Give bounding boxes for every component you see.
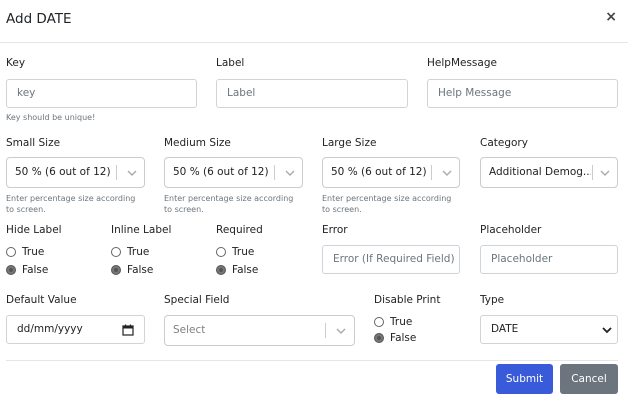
small-size-help: Enter percentage size according to screen…: [6, 194, 136, 214]
radio-checked-icon: [6, 265, 16, 275]
chevron-down-icon: [285, 170, 295, 176]
required-true-radio[interactable]: True: [216, 245, 254, 259]
default-value-label: Default Value: [6, 294, 77, 306]
type-label: Type: [480, 294, 505, 306]
required-label: Required: [216, 224, 263, 236]
special-field-select[interactable]: Select: [164, 315, 355, 346]
help-message-input[interactable]: Help Message: [427, 79, 618, 108]
error-label: Error: [322, 224, 348, 236]
modal-header: Add DATE ×: [0, 0, 628, 43]
large-size-value: 50 % (6 out of 12): [331, 166, 427, 178]
hide-label-label: Hide Label: [6, 224, 62, 236]
disable-print-false-radio[interactable]: False: [374, 331, 416, 345]
select-separator: [325, 323, 326, 338]
default-value-date-input[interactable]: dd/mm/yyyy: [6, 315, 145, 344]
placeholder-input[interactable]: Placeholder: [480, 245, 618, 274]
modal-title: Add DATE: [6, 11, 72, 27]
error-input[interactable]: Error (If Required Field): [322, 245, 460, 274]
key-label: Key: [6, 57, 26, 69]
small-size-select[interactable]: 50 % (6 out of 12): [6, 157, 145, 188]
radio-checked-icon: [216, 265, 226, 275]
inline-label-true-radio[interactable]: True: [111, 245, 149, 259]
radio-icon: [216, 247, 226, 257]
disable-print-label: Disable Print: [374, 294, 441, 306]
submit-button[interactable]: Submit: [496, 364, 553, 394]
inline-label-false-radio[interactable]: False: [111, 263, 153, 277]
category-select[interactable]: Additional Demog...: [480, 157, 618, 188]
category-label: Category: [480, 137, 528, 149]
required-false-radio[interactable]: False: [216, 263, 258, 277]
medium-size-value: 50 % (6 out of 12): [173, 166, 269, 178]
category-value: Additional Demog...: [489, 166, 591, 178]
chevron-down-icon: [442, 170, 452, 176]
select-separator: [274, 165, 275, 180]
key-input[interactable]: key: [6, 79, 197, 108]
radio-checked-icon: [111, 265, 121, 275]
radio-icon: [6, 247, 16, 257]
large-size-help: Enter percentage size according to screen…: [322, 194, 452, 214]
help-message-label: HelpMessage: [427, 57, 497, 69]
radio-icon: [111, 247, 121, 257]
small-size-label: Small Size: [6, 137, 61, 149]
hide-label-true-radio[interactable]: True: [6, 245, 44, 259]
chevron-down-icon: [336, 328, 346, 334]
key-help: Key should be unique!: [6, 113, 96, 122]
label-input[interactable]: Label: [216, 79, 408, 108]
disable-print-true-radio[interactable]: True: [374, 315, 412, 329]
select-separator: [431, 165, 432, 180]
large-size-label: Large Size: [322, 137, 377, 149]
label-label: Label: [216, 57, 245, 69]
close-icon[interactable]: ×: [605, 9, 617, 25]
type-select[interactable]: DATE: [480, 315, 618, 344]
select-separator: [116, 165, 117, 180]
special-field-label: Special Field: [164, 294, 230, 306]
medium-size-label: Medium Size: [164, 137, 231, 149]
chevron-down-icon: [127, 170, 137, 176]
cancel-button[interactable]: Cancel: [560, 364, 618, 394]
large-size-select[interactable]: 50 % (6 out of 12): [322, 157, 460, 188]
select-separator: [592, 165, 593, 180]
calendar-icon[interactable]: [122, 324, 134, 336]
placeholder-label: Placeholder: [480, 224, 542, 236]
radio-checked-icon: [374, 333, 384, 343]
medium-size-select[interactable]: 50 % (6 out of 12): [164, 157, 303, 188]
hide-label-false-radio[interactable]: False: [6, 263, 48, 277]
medium-size-help: Enter percentage size according to screen…: [164, 194, 294, 214]
footer-divider: [6, 360, 618, 361]
special-field-value: Select: [173, 324, 206, 336]
radio-icon: [374, 317, 384, 327]
small-size-value: 50 % (6 out of 12): [15, 166, 111, 178]
chevron-down-icon: [600, 170, 610, 176]
chevron-down-icon: [602, 327, 612, 334]
type-value: DATE: [491, 323, 519, 335]
inline-label-label: Inline Label: [111, 224, 172, 236]
date-placeholder: dd/mm/yyyy: [17, 323, 83, 335]
